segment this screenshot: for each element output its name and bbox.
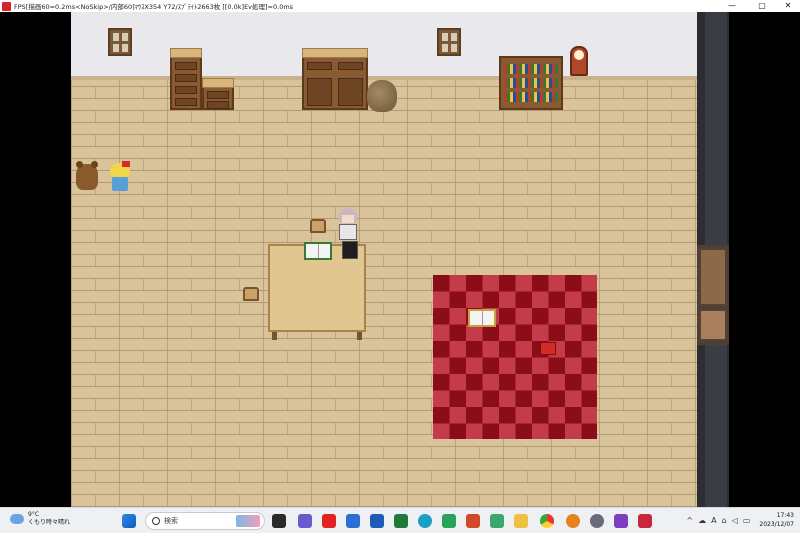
tall-drawer-cabinet[interactable] bbox=[170, 48, 202, 110]
npc-dress bbox=[112, 177, 128, 191]
rpgmaker-icon[interactable] bbox=[614, 514, 628, 528]
drawer bbox=[338, 62, 363, 70]
search-label: 検索 bbox=[164, 517, 178, 525]
settings-icon[interactable] bbox=[590, 514, 604, 528]
chrome-icon[interactable] bbox=[540, 514, 554, 528]
volume-icon[interactable]: ◁ bbox=[732, 516, 738, 525]
explorer-icon[interactable] bbox=[514, 514, 528, 528]
search-highlight-image bbox=[236, 515, 260, 527]
window-titlebar[interactable]: FPS[描画60=0.2ms<NoSkip>/内部60]ﾏｳｽX354 Y72/… bbox=[0, 0, 800, 12]
book-shelf bbox=[504, 78, 558, 88]
weather-text: 9°C くもり時々晴れ bbox=[28, 511, 70, 527]
taskbar: 9°C くもり時々晴れ 検索 ^ ☁ A ⌂ ◁ ▭ 17:43 2023/12… bbox=[0, 507, 800, 533]
game-icon[interactable] bbox=[638, 514, 652, 528]
table-legs bbox=[272, 332, 362, 340]
youtube-icon[interactable] bbox=[322, 514, 336, 528]
door-lower-panel[interactable] bbox=[699, 309, 727, 341]
drawer bbox=[175, 74, 197, 82]
task-view-icon[interactable] bbox=[272, 514, 286, 528]
clay-pot[interactable] bbox=[367, 80, 397, 112]
word-icon[interactable] bbox=[370, 514, 384, 528]
edge-icon[interactable] bbox=[418, 514, 432, 528]
weather-temp: 9°C bbox=[28, 511, 40, 518]
minimize-button[interactable]: — bbox=[717, 0, 747, 12]
teams-icon[interactable] bbox=[442, 514, 456, 528]
cabinet-top bbox=[302, 48, 368, 58]
player-face bbox=[342, 215, 354, 223]
clock-date: 2023/12/07 bbox=[759, 521, 794, 528]
onedrive-icon[interactable]: ☁ bbox=[698, 516, 706, 525]
bookcase[interactable] bbox=[499, 56, 563, 110]
black-book[interactable] bbox=[342, 241, 358, 259]
excel-icon[interactable] bbox=[394, 514, 408, 528]
stool-top[interactable] bbox=[310, 219, 326, 233]
wall-window-right bbox=[437, 28, 461, 56]
back-wall bbox=[71, 12, 697, 78]
cabinet-top bbox=[202, 78, 234, 88]
system-tray: ^ ☁ A ⌂ ◁ ▭ 17:43 2023/12/07 bbox=[686, 511, 794, 529]
search-icon bbox=[152, 517, 160, 525]
red-book[interactable] bbox=[540, 342, 556, 355]
taskbar-clock[interactable]: 17:43 2023/12/07 bbox=[759, 511, 794, 529]
cupboard[interactable] bbox=[302, 48, 368, 110]
npc-bow bbox=[122, 161, 130, 167]
blender-icon[interactable] bbox=[566, 514, 580, 528]
search-bar[interactable]: 検索 bbox=[145, 512, 265, 530]
wall-window-left bbox=[108, 28, 132, 56]
drawer bbox=[207, 101, 229, 109]
weather-widget[interactable]: 9°C くもり時々晴れ bbox=[10, 511, 70, 527]
teddy-bear[interactable] bbox=[76, 161, 98, 190]
tray-chevron-icon[interactable]: ^ bbox=[686, 516, 693, 525]
cupboard-door bbox=[338, 78, 363, 106]
checkered-carpet bbox=[433, 275, 597, 439]
powerpoint-icon[interactable] bbox=[466, 514, 480, 528]
open-book-on-table[interactable] bbox=[304, 242, 332, 260]
start-icon[interactable] bbox=[122, 514, 136, 528]
window-title: FPS[描画60=0.2ms<NoSkip>/内部60]ﾏｳｽX354 Y72/… bbox=[14, 3, 294, 11]
clock-time: 17:43 bbox=[776, 512, 794, 519]
app-icon bbox=[2, 1, 11, 11]
drawer bbox=[307, 62, 332, 70]
low-drawer-cabinet[interactable] bbox=[202, 78, 234, 110]
screen: FPS[描画60=0.2ms<NoSkip>/内部60]ﾏｳｽX354 Y72/… bbox=[0, 0, 800, 533]
cloud-icon bbox=[10, 514, 24, 524]
drawer bbox=[207, 91, 229, 99]
stool-left[interactable] bbox=[243, 287, 259, 301]
player-coat bbox=[339, 224, 357, 240]
store-icon[interactable] bbox=[346, 514, 360, 528]
ime-indicator[interactable]: A bbox=[711, 516, 716, 525]
open-book-on-carpet[interactable] bbox=[468, 309, 496, 327]
drawer bbox=[175, 86, 197, 94]
player-character[interactable] bbox=[336, 208, 360, 242]
weather-desc: くもり時々晴れ bbox=[28, 519, 71, 526]
door-upper-panel[interactable] bbox=[699, 248, 727, 306]
battery-icon[interactable]: ▭ bbox=[743, 516, 751, 525]
wall-clock[interactable] bbox=[570, 46, 588, 76]
blonde-girl-npc[interactable] bbox=[108, 161, 132, 191]
drawer bbox=[175, 98, 197, 106]
cabinet-top bbox=[170, 48, 202, 58]
game-viewport[interactable] bbox=[0, 12, 800, 507]
floor-plank-offset bbox=[71, 86, 697, 507]
chat-icon[interactable] bbox=[298, 514, 312, 528]
green-app-icon[interactable] bbox=[490, 514, 504, 528]
network-icon[interactable]: ⌂ bbox=[722, 516, 727, 525]
drawer bbox=[175, 62, 197, 70]
book-shelf bbox=[504, 92, 558, 102]
book-shelf bbox=[504, 64, 558, 74]
cupboard-door bbox=[307, 78, 332, 106]
close-button[interactable]: ✕ bbox=[773, 0, 800, 12]
